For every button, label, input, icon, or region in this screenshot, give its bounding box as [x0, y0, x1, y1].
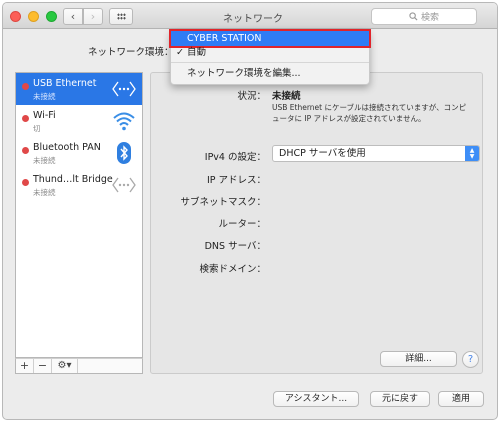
revert-button[interactable]: 元に戻す — [370, 391, 430, 407]
bluetooth-icon — [117, 142, 131, 164]
service-thunderbolt-bridge[interactable]: Thund…lt Bridge 未接続 — [16, 169, 142, 201]
search-placeholder: 検索 — [420, 13, 439, 23]
service-wifi[interactable]: Wi-Fi 切 — [16, 105, 142, 137]
location-dropdown-menu: CYBER STATION ✓ 自動 ネットワーク環境を編集... — [169, 29, 371, 85]
show-all-button[interactable] — [109, 8, 133, 25]
updown-arrows-icon: ▲ ▼ — [465, 146, 479, 161]
status-value: 未接続 — [272, 91, 301, 102]
menu-item-cyber-station[interactable]: CYBER STATION — [169, 29, 371, 48]
assistant-button[interactable]: アシスタント... — [273, 391, 359, 407]
minimize-button[interactable] — [28, 11, 39, 22]
thunderbolt-bridge-icon — [112, 177, 136, 193]
service-name: Bluetooth PAN — [33, 142, 101, 153]
gear-menu-button[interactable]: ⚙▾ — [52, 359, 78, 373]
ipv4-configure-select[interactable]: DHCP サーバを使用 ▲ ▼ — [272, 145, 480, 162]
status-label: 状況： — [237, 91, 266, 102]
zoom-button[interactable] — [46, 11, 57, 22]
service-name: USB Ethernet — [33, 78, 97, 89]
menu-separator — [171, 62, 369, 63]
service-name: Wi-Fi — [33, 110, 56, 121]
service-bluetooth-pan[interactable]: Bluetooth PAN 未接続 — [16, 137, 142, 169]
service-status: 切 — [33, 124, 41, 133]
add-service-button[interactable]: + — [16, 359, 34, 373]
forward-button[interactable]: › — [83, 8, 103, 25]
service-status: 未接続 — [33, 156, 56, 165]
search-icon — [409, 12, 418, 21]
advanced-button[interactable]: 詳細... — [380, 351, 457, 367]
remove-service-button[interactable]: − — [34, 359, 52, 373]
service-name: Thund…lt Bridge — [33, 174, 113, 185]
service-status: 未接続 — [33, 188, 56, 197]
close-button[interactable] — [10, 11, 21, 22]
checkmark-icon: ✓ — [176, 47, 184, 58]
ip-address-label: IP アドレス： — [206, 175, 266, 186]
status-dot — [22, 179, 29, 186]
service-usb-ethernet[interactable]: USB Ethernet 未接続 — [16, 73, 142, 105]
ethernet-icon — [112, 81, 136, 97]
router-label: ルーター： — [218, 219, 266, 230]
help-button[interactable]: ? — [462, 351, 479, 368]
location-label: ネットワーク環境： — [88, 47, 174, 58]
title-bar: ‹ › ネットワーク 検索 — [3, 3, 497, 29]
wifi-icon — [113, 112, 135, 131]
search-domain-label: 検索ドメイン： — [199, 264, 266, 275]
status-dot — [22, 115, 29, 122]
ipv4-label: IPv4 の設定： — [204, 152, 266, 163]
back-button[interactable]: ‹ — [63, 8, 83, 25]
status-dot — [22, 83, 29, 90]
chevron-right-icon: › — [90, 10, 96, 23]
search-field[interactable]: 検索 — [371, 8, 477, 25]
grid-icon — [116, 13, 126, 20]
service-status: 未接続 — [33, 92, 56, 101]
status-dot — [22, 147, 29, 154]
chevron-left-icon: ‹ — [70, 10, 76, 23]
menu-item-edit-locations[interactable]: ネットワーク環境を編集... — [171, 66, 369, 81]
dns-server-label: DNS サーバ： — [204, 241, 266, 252]
service-list: USB Ethernet 未接続 Wi-Fi 切 Bluetooth PAN 未… — [15, 72, 143, 358]
subnet-mask-label: サブネットマスク： — [180, 197, 266, 208]
window-title: ネットワーク — [223, 14, 283, 25]
apply-button[interactable]: 適用 — [438, 391, 484, 407]
menu-item-automatic[interactable]: ✓ 自動 — [171, 45, 369, 60]
ipv4-select-value: DHCP サーバを使用 — [279, 148, 366, 159]
status-description: USB Ethernet にケーブルは接続されていますが、コンピュータに IP … — [272, 103, 467, 123]
service-list-toolbar: + − ⚙▾ — [15, 358, 143, 374]
menu-item-automatic-label: 自動 — [187, 47, 207, 58]
